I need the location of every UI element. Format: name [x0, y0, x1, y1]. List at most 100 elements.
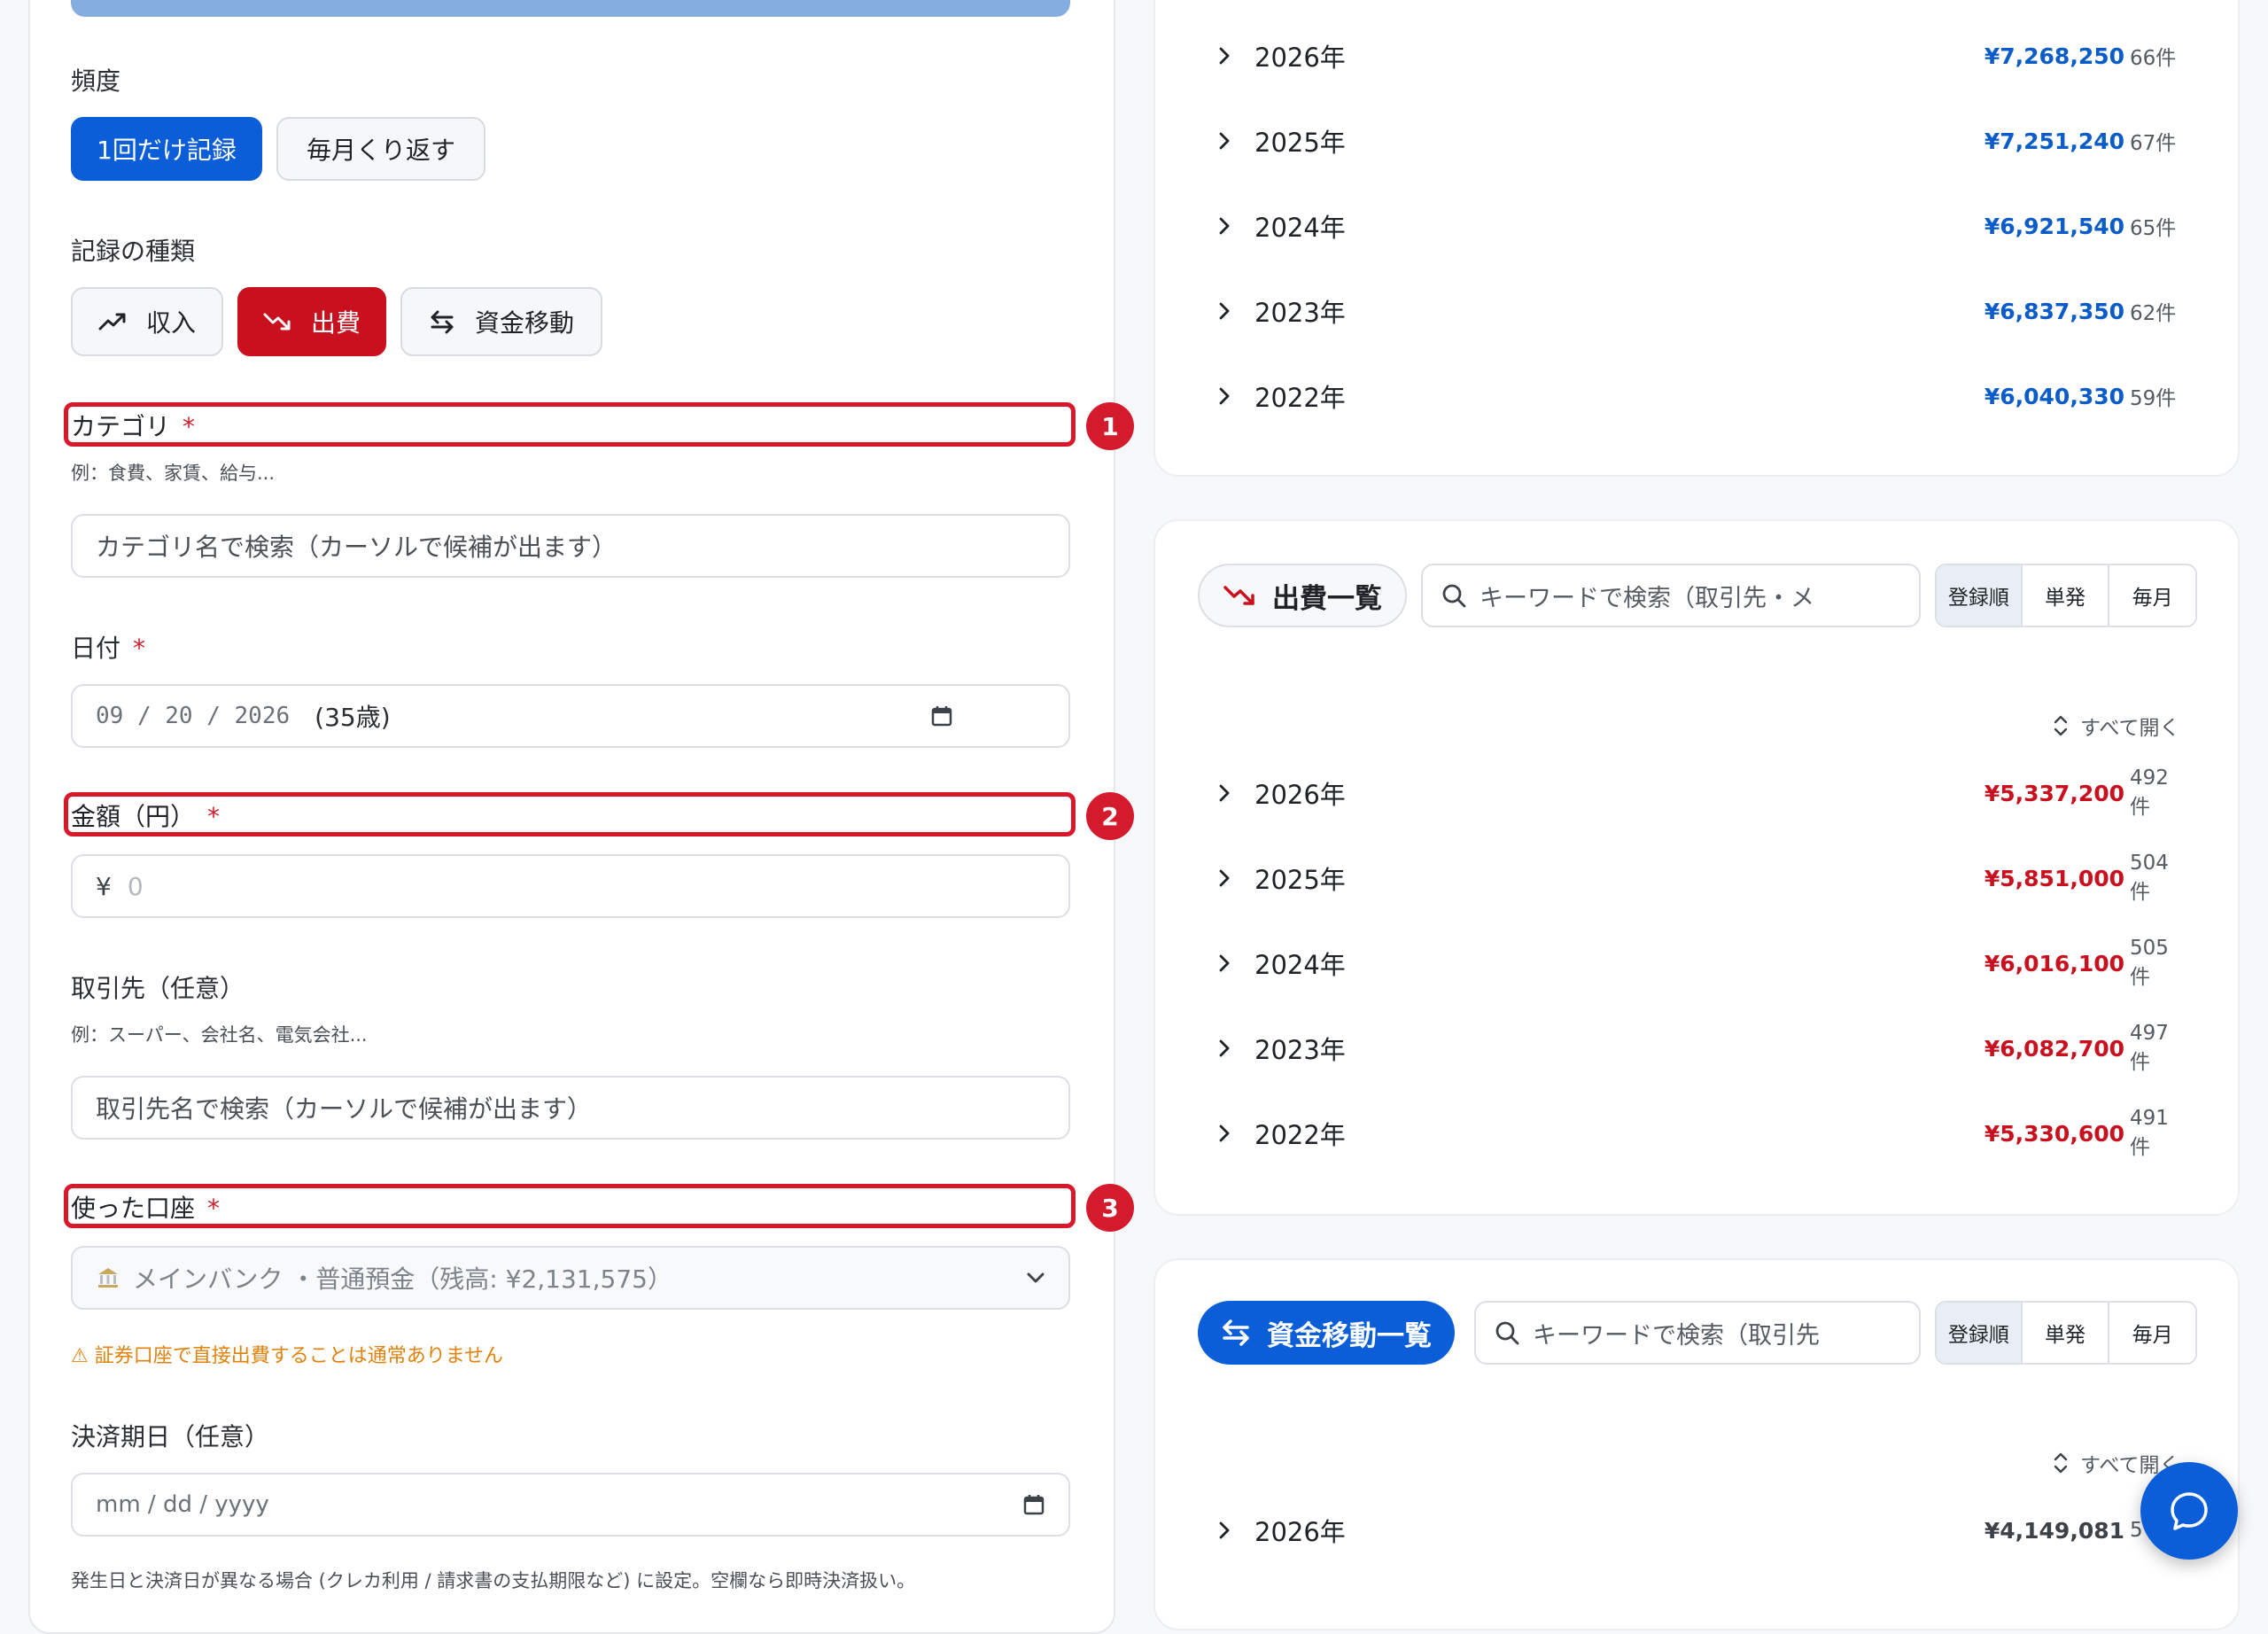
- chevron-right-icon: [1214, 215, 1235, 237]
- year-label: 2023年: [1254, 298, 1346, 328]
- year-label: 2026年: [1254, 43, 1346, 73]
- required-mark: *: [207, 802, 221, 831]
- year-label: 2024年: [1254, 213, 1346, 243]
- type-label: 記録の種類: [71, 237, 196, 266]
- expense-list-title: 出費一覧: [1198, 564, 1407, 627]
- expense-year-row[interactable]: 2022年 ¥5,330,600 491件: [1214, 1107, 2188, 1159]
- sort-single-button[interactable]: 単発: [2020, 565, 2109, 626]
- payee-placeholder: 取引先名で検索（カーソルで候補が出ます）: [96, 1094, 593, 1124]
- year-label: 2023年: [1254, 1035, 1346, 1065]
- date-value: 09 / 20 / 2026: [96, 703, 291, 729]
- type-expense-button[interactable]: 出費: [237, 287, 386, 356]
- payee-search-input[interactable]: 取引先名で検索（カーソルで候補が出ます）: [71, 1076, 1070, 1140]
- expand-icon: [2052, 1451, 2070, 1474]
- account-label: 使った口座 *: [71, 1189, 220, 1225]
- submit-button[interactable]: [71, 0, 1070, 17]
- chevron-right-icon: [1214, 1123, 1235, 1144]
- year-label: 2026年: [1254, 780, 1346, 810]
- expense-expand-all[interactable]: すべて開く: [2052, 711, 2179, 741]
- income-year-row[interactable]: 2024年 ¥6,921,540 65件: [1214, 204, 2188, 248]
- type-transfer-button[interactable]: 資金移動: [400, 287, 602, 356]
- year-amount: ¥7,268,250: [1984, 43, 2124, 69]
- transfer-search-input[interactable]: キーワードで検索（取引先: [1474, 1301, 1921, 1365]
- frequency-label: 頻度: [71, 66, 121, 96]
- income-year-row[interactable]: 2023年 ¥6,837,350 62件: [1214, 289, 2188, 333]
- calendar-icon[interactable]: [1022, 1493, 1045, 1516]
- currency-symbol: ¥: [96, 871, 112, 901]
- chevron-right-icon: [1214, 45, 1235, 66]
- type-income-button[interactable]: 収入: [71, 287, 223, 356]
- year-amount: ¥5,851,000: [1984, 865, 2124, 891]
- year-label: 2025年: [1254, 128, 1346, 158]
- amount-placeholder: 0: [127, 871, 144, 901]
- year-amount: ¥4,149,081: [1984, 1517, 2124, 1544]
- sort-monthly-button[interactable]: 毎月: [2108, 565, 2195, 626]
- chat-icon: [2167, 1489, 2211, 1533]
- expense-year-row[interactable]: 2026年 ¥5,337,200 492件: [1214, 766, 2188, 819]
- category-label-text: カテゴリ: [71, 412, 171, 441]
- category-highlight-box: [64, 402, 1076, 447]
- expense-search-input[interactable]: キーワードで検索（取引先・メ: [1421, 564, 1921, 627]
- sort-registered-button[interactable]: 登録順: [1937, 565, 2021, 626]
- type-transfer-label: 資金移動: [474, 308, 574, 338]
- income-year-row[interactable]: 2022年 ¥6,040,330 59件: [1214, 374, 2188, 418]
- chevron-right-icon: [1214, 953, 1235, 974]
- sort-single-button[interactable]: 単発: [2020, 1303, 2109, 1363]
- year-label: 2026年: [1254, 1517, 1346, 1547]
- frequency-once-button[interactable]: 1回だけ記録: [71, 117, 262, 181]
- bank-icon: [96, 1265, 120, 1290]
- date-input[interactable]: 09 / 20 / 2026 (35歳): [71, 684, 1070, 748]
- expense-title-text: 出費一覧: [1272, 582, 1382, 615]
- chevron-right-icon: [1214, 130, 1235, 152]
- frequency-monthly-button[interactable]: 毎月くり返す: [276, 117, 485, 181]
- year-count: 59件: [2130, 387, 2177, 410]
- transfer-list-title: 資金移動一覧: [1198, 1301, 1455, 1365]
- account-select[interactable]: メインバンク ・普通預金（残高: ¥2,131,575）: [71, 1246, 1070, 1310]
- expense-sort-toggle: 登録順 単発 毎月: [1935, 564, 2197, 627]
- year-count: 65件: [2130, 217, 2177, 240]
- calendar-icon[interactable]: [930, 704, 953, 728]
- expense-search-placeholder: キーワードで検索（取引先・メ: [1480, 584, 1814, 612]
- expense-year-row[interactable]: 2023年 ¥6,082,700 497件: [1214, 1022, 2188, 1074]
- type-expense-label: 出費: [310, 308, 361, 338]
- income-year-row[interactable]: 2025年 ¥7,251,240 67件: [1214, 119, 2188, 163]
- settlement-note: 発生日と決済日が異なる場合 (クレカ利用 / 請求書の支払期限など) に設定。空…: [71, 1570, 916, 1591]
- transfer-year-row[interactable]: 2026年 ¥4,149,081 5: [1214, 1508, 2188, 1552]
- income-year-row[interactable]: 2026年 ¥7,268,250 66件: [1214, 34, 2188, 78]
- year-amount: ¥6,082,700: [1984, 1035, 2124, 1062]
- trending-up-icon: [98, 311, 127, 332]
- year-amount: ¥7,251,240: [1984, 128, 2124, 154]
- year-amount: ¥5,330,600: [1984, 1120, 2124, 1147]
- sort-monthly-button[interactable]: 毎月: [2108, 1303, 2195, 1363]
- settlement-date-input[interactable]: mm / dd / yyyy: [71, 1473, 1070, 1537]
- year-label: 2022年: [1254, 383, 1346, 413]
- type-income-label: 収入: [145, 308, 196, 338]
- required-mark: *: [183, 412, 196, 441]
- account-label-text: 使った口座: [71, 1194, 196, 1223]
- year-amount: ¥6,040,330: [1984, 383, 2124, 409]
- expand-icon: [2052, 714, 2070, 737]
- chevron-down-icon: [1026, 1272, 1045, 1284]
- expense-year-row[interactable]: 2025年 ¥5,851,000 504件: [1214, 852, 2188, 904]
- chat-fab-button[interactable]: [2140, 1462, 2238, 1560]
- year-count: 62件: [2130, 302, 2177, 325]
- category-label: カテゴリ *: [71, 408, 195, 443]
- search-icon: [1494, 1319, 1520, 1346]
- trending-down-icon: [263, 311, 291, 332]
- year-amount: ¥5,337,200: [1984, 780, 2124, 806]
- chevron-right-icon: [1214, 782, 1235, 804]
- annotation-badge-1: 1: [1086, 402, 1134, 450]
- category-search-input[interactable]: カテゴリ名で検索（カーソルで候補が出ます）: [71, 514, 1070, 578]
- expense-year-row[interactable]: 2024年 ¥6,016,100 505件: [1214, 937, 2188, 989]
- year-count: 505件: [2130, 937, 2169, 989]
- amount-input[interactable]: ¥ 0: [71, 854, 1070, 918]
- year-amount: ¥6,921,540: [1984, 213, 2124, 239]
- trending-down-icon: [1223, 583, 1256, 608]
- payee-hint: 例：スーパー、会社名、電気会社...: [71, 1024, 368, 1046]
- transfer-search-placeholder: キーワードで検索（取引先: [1533, 1321, 1820, 1350]
- account-warning: ⚠ 証券口座で直接出費することは通常ありません: [71, 1345, 504, 1367]
- year-label: 2025年: [1254, 865, 1346, 895]
- year-amount: ¥6,837,350: [1984, 298, 2124, 324]
- date-label: 日付 *: [71, 629, 145, 665]
- sort-registered-button[interactable]: 登録順: [1937, 1303, 2021, 1363]
